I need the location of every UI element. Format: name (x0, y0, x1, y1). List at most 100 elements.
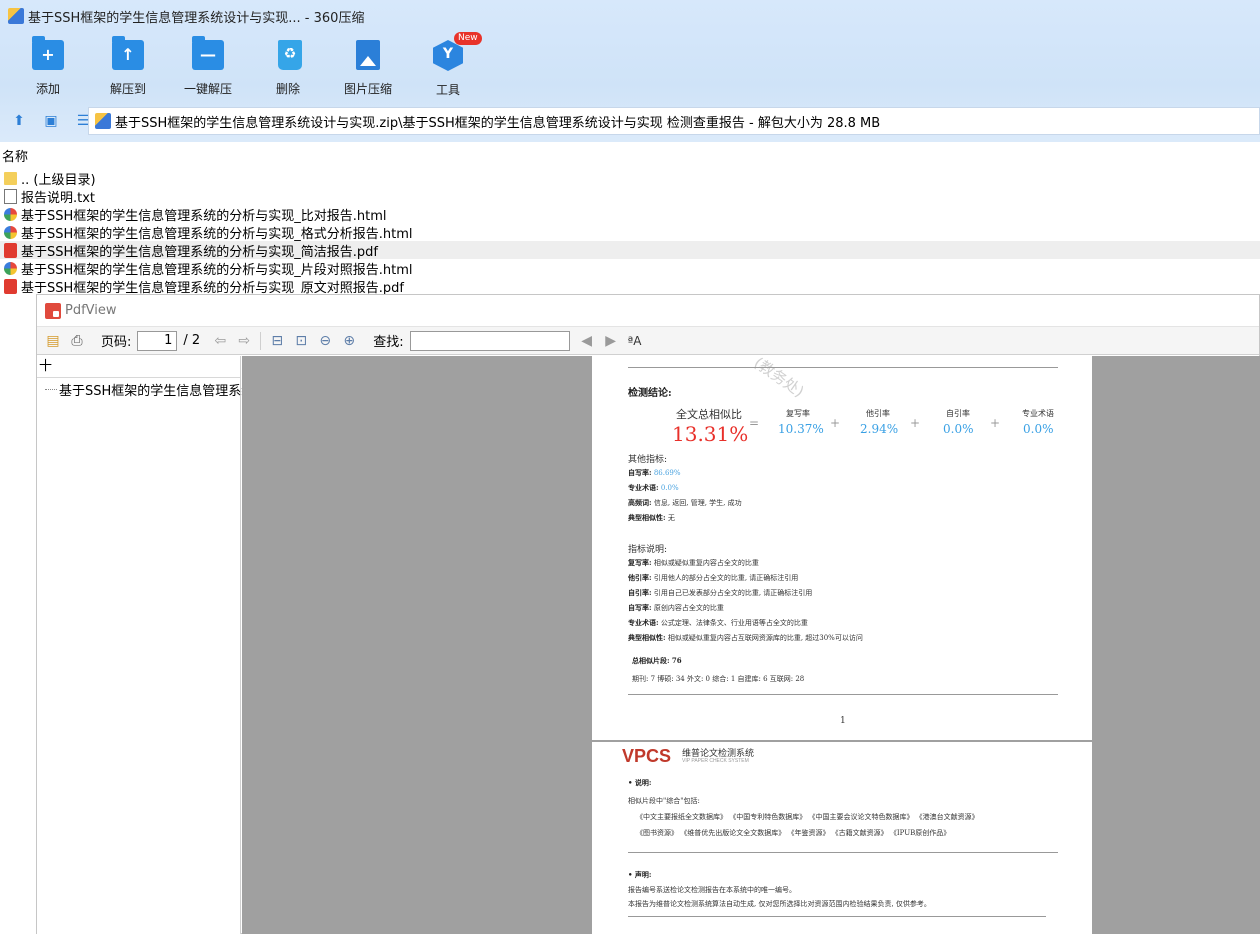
delete-button[interactable]: ♻ 删除 (248, 36, 328, 98)
one-click-extract-icon: — (192, 36, 224, 70)
file-name: 报告说明.txt (21, 190, 96, 206)
brand-name-en: VIP PAPER CHECK SYSTEM (682, 758, 749, 764)
equals-sign: = (749, 416, 760, 430)
toolbar-divider (260, 331, 262, 350)
plus-sign: + (910, 416, 921, 430)
delete-icon: ♻ (278, 40, 302, 70)
top-chrome: 基于SSH框架的学生信息管理系统设计与实现... - 360压缩 + 添加 ↑ … (0, 0, 1260, 142)
watermark-text: (教务处) (750, 356, 808, 401)
file-name: 基于SSH框架的学生信息管理系统的分析与实现_比对报告.html (21, 208, 387, 224)
pdfview-toolbar: ▤ ⎙ 页码: 1 / 2 ⇦ ⇨ ⊟ ⊡ ⊖ ⊕ 查找: ◀ ▶ ªA (37, 327, 1259, 355)
column-header-name[interactable]: 名称 (0, 146, 28, 165)
metric-value: 0.0% (1023, 422, 1054, 436)
add-icon: + (32, 36, 64, 70)
list-item[interactable]: 报告说明.txt (0, 187, 1260, 206)
page-number-input[interactable]: 1 (137, 330, 178, 351)
print-icon[interactable]: ⎙ (68, 332, 86, 350)
fit-page-icon[interactable]: ⊡ (292, 332, 310, 350)
pdf-file-icon (4, 278, 17, 294)
list-item-parent-dir[interactable]: .. (上级目录) (0, 169, 1260, 188)
image-compress-icon (356, 40, 380, 70)
explain-key: 复写率: (628, 558, 652, 567)
explain-title: 指标说明: (628, 545, 668, 555)
pdf-page-view[interactable]: (教务处) 检测结论: 全文总相似比 13.31% = 复写率 10.37% +… (242, 356, 1260, 934)
vpcs-logo: VPCS (622, 746, 672, 766)
segments-detail: 期刊: 7 博硕: 34 外文: 0 综合: 1 自建库: 6 互联网: 28 (632, 675, 805, 683)
file-name: 基于SSH框架的学生信息管理系统的分析与实现_片段对照报告.html (21, 262, 413, 278)
explain-key: 自引率: (628, 588, 652, 597)
main-toolbar: + 添加 ↑ 解压到 — 一键解压 ♻ 删除 图片压缩 Y New 工具 (8, 32, 488, 98)
tools-label: 工具 (435, 83, 460, 97)
page-total: / 2 (183, 333, 201, 348)
page-rule (628, 694, 1058, 695)
list-item[interactable]: 基于SSH框架的学生信息管理系统的分析与实现_比对报告.html (0, 205, 1260, 224)
note-title: 说明: (634, 778, 652, 787)
declaration-line: 本报告为维普论文检测系统算法自动生成, 仅对您所选择比对资源范围内检验结果负责,… (628, 900, 931, 908)
metric-value: 0.0% (943, 422, 974, 436)
folder-icon (4, 171, 17, 185)
explain-key: 专业术语: (628, 618, 659, 627)
list-item-selected[interactable]: 基于SSH框架的学生信息管理系统的分析与实现_简洁报告.pdf (0, 241, 1260, 260)
outline-search[interactable]: 十 (37, 356, 240, 378)
pdfview-title: PdfView (65, 303, 117, 318)
thumbnail-view-icon[interactable]: ▣ (38, 110, 64, 132)
metric-value: 0.0% (660, 484, 679, 492)
metric-key: 自写率: (628, 468, 652, 477)
nav-bar: ⬆ ▣ ☰ 基于SSH框架的学生信息管理系统设计与实现.zip\基于SSH框架的… (0, 106, 1260, 136)
text-file-icon (4, 188, 17, 204)
metric-value: 2.94% (860, 422, 899, 436)
metric-label: 复写率 (786, 409, 810, 418)
image-compress-button[interactable]: 图片压缩 (328, 36, 408, 98)
image-compress-label: 图片压缩 (343, 82, 392, 96)
extract-to-button[interactable]: ↑ 解压到 (88, 36, 168, 98)
find-next-icon[interactable]: ▶ (602, 332, 620, 350)
find-prev-icon[interactable]: ◀ (578, 332, 596, 350)
explain-value: 引用他人的部分占全文的比重, 请正确标注引用 (653, 574, 799, 582)
outline-item[interactable]: 基于SSH框架的学生信息管理系统 (45, 380, 254, 399)
one-click-extract-button[interactable]: — 一键解压 (168, 36, 248, 98)
explain-key: 自写率: (628, 603, 652, 612)
list-item[interactable]: 基于SSH框架的学生信息管理系统的分析与实现_格式分析报告.html (0, 223, 1260, 242)
metric-key: 专业术语: (628, 483, 659, 492)
title-bar: 基于SSH框架的学生信息管理系统设计与实现... - 360压缩 (0, 0, 1260, 32)
total-similarity-value: 13.31% (672, 422, 749, 446)
address-bar[interactable]: 基于SSH框架的学生信息管理系统设计与实现.zip\基于SSH框架的学生信息管理… (88, 107, 1260, 135)
pdf-page-2: VPCS 维普论文检测系统 VIP PAPER CHECK SYSTEM • 说… (592, 742, 1092, 934)
page-rule (628, 916, 1046, 917)
pdf-page-1: (教务处) 检测结论: 全文总相似比 13.31% = 复写率 10.37% +… (592, 356, 1092, 740)
new-badge: New (454, 32, 482, 45)
metric-label: 自引率 (946, 409, 970, 418)
page-rule (628, 852, 1058, 853)
html-file-icon (4, 261, 17, 275)
metric-value: 10.37% (778, 422, 824, 436)
open-file-icon[interactable]: ▤ (44, 332, 62, 350)
next-page-icon[interactable]: ⇨ (235, 332, 253, 350)
file-name: 基于SSH框架的学生信息管理系统的分析与实现_原文对照报告.pdf (21, 280, 404, 296)
metric-value: 86.69% (653, 469, 681, 477)
file-name: .. (上级目录) (21, 172, 96, 188)
match-case-icon[interactable]: ªA (626, 332, 644, 350)
extract-to-icon: ↑ (112, 36, 144, 70)
fit-width-icon[interactable]: ⊟ (268, 332, 286, 350)
tree-connector (45, 389, 57, 390)
segments-value: 76 (671, 656, 682, 665)
one-click-extract-label: 一键解压 (183, 82, 232, 96)
other-metrics-title: 其他指标: (628, 455, 668, 465)
metric-key: 高频词: (628, 498, 652, 507)
list-item[interactable]: 基于SSH框架的学生信息管理系统的分析与实现_原文对照报告.pdf (0, 277, 1260, 296)
list-item[interactable]: 基于SSH框架的学生信息管理系统的分析与实现_片段对照报告.html (0, 259, 1260, 278)
metric-value: 信息, 返回, 管理, 学生, 成功 (653, 499, 742, 507)
explain-value: 原创内容占全文的比重 (653, 604, 724, 612)
plus-sign: + (830, 416, 841, 430)
tools-button[interactable]: Y New 工具 (408, 32, 488, 98)
prev-page-icon[interactable]: ⇦ (211, 332, 229, 350)
up-arrow-icon[interactable]: ⬆ (6, 110, 32, 132)
add-button[interactable]: + 添加 (8, 36, 88, 98)
pdf-file-icon (4, 242, 17, 258)
zoom-out-icon[interactable]: ⊖ (316, 332, 334, 350)
page-label: 页码: (101, 335, 132, 350)
declaration-title: 声明: (634, 870, 652, 879)
zoom-in-icon[interactable]: ⊕ (340, 332, 358, 350)
plus-sign: + (990, 416, 1001, 430)
find-input[interactable] (409, 330, 570, 351)
